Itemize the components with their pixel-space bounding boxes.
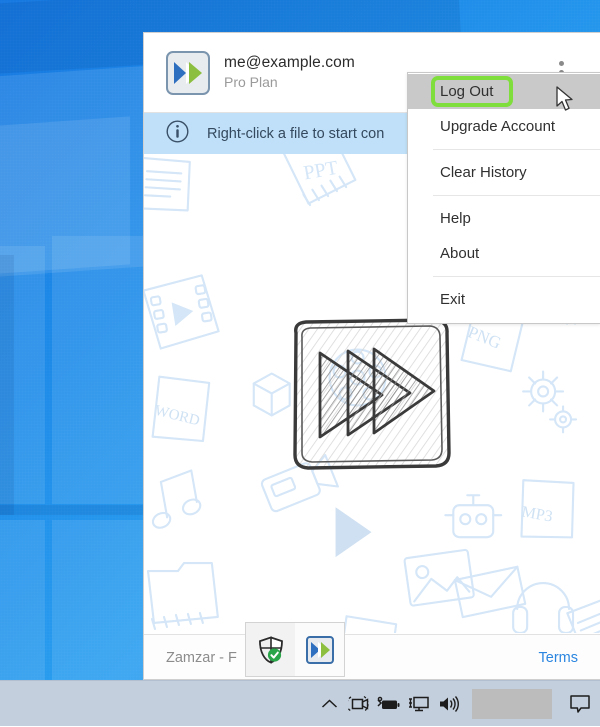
app-footer: Zamzar - F Terms [144, 634, 600, 680]
menu-item-exit[interactable]: Exit [408, 282, 600, 317]
wallpaper-shape [0, 116, 130, 275]
menu-item-label: About [440, 245, 479, 262]
sketch-chevron-logo-icon [284, 315, 460, 473]
info-banner-text: Right-click a file to start con [207, 126, 384, 142]
wallpaper-shape [0, 255, 14, 515]
wallpaper-shape [0, 246, 45, 504]
menu-item-upgrade-account[interactable]: Upgrade Account [408, 109, 600, 144]
menu-item-label: Clear History [440, 164, 527, 181]
webcam-icon[interactable] [344, 681, 374, 727]
tray-item-windows-defender[interactable] [246, 623, 295, 676]
menu-item-clear-history[interactable]: Clear History [408, 155, 600, 190]
account-email: me@example.com [224, 53, 355, 72]
windows-taskbar [0, 680, 600, 726]
menu-separator [433, 195, 600, 196]
menu-separator [433, 276, 600, 277]
system-tray-overflow-popup [245, 622, 345, 677]
clock-redacted-block[interactable] [472, 689, 552, 719]
ellipsis-dot [559, 61, 564, 66]
footer-status-text: Zamzar - F [166, 650, 237, 666]
notification-bubble-icon[interactable] [560, 681, 600, 727]
menu-item-about[interactable]: About [408, 236, 600, 271]
shield-check-icon [258, 636, 284, 664]
network-monitor-icon[interactable] [404, 681, 434, 727]
menu-item-help[interactable]: Help [408, 201, 600, 236]
volume-speaker-icon[interactable] [434, 681, 464, 727]
tray-item-zamzar-app[interactable] [295, 623, 344, 676]
wallpaper-shape [0, 520, 45, 690]
account-plan-label: Pro Plan [224, 73, 355, 92]
account-block: me@example.com Pro Plan [224, 53, 355, 92]
info-circle-icon [166, 120, 189, 148]
zamzar-chevron-logo-icon [306, 636, 334, 664]
battery-charging-icon[interactable] [374, 681, 404, 727]
svg-text:WORD: WORD [153, 403, 201, 430]
menu-item-label: Log Out [440, 83, 493, 100]
menu-item-label: Help [440, 210, 471, 227]
menu-item-label: Upgrade Account [440, 118, 555, 135]
show-hidden-icons-chevron-icon[interactable] [314, 681, 344, 727]
svg-text:PPT: PPT [302, 157, 340, 185]
menu-item-label: Exit [440, 291, 465, 308]
mouse-pointer-arrow-icon [556, 86, 574, 112]
svg-text:MP3: MP3 [520, 503, 554, 525]
svg-text:PNG: PNG [465, 322, 504, 352]
zamzar-chevron-logo-icon [166, 51, 210, 95]
terms-link[interactable]: Terms [539, 650, 578, 666]
menu-separator [433, 149, 600, 150]
